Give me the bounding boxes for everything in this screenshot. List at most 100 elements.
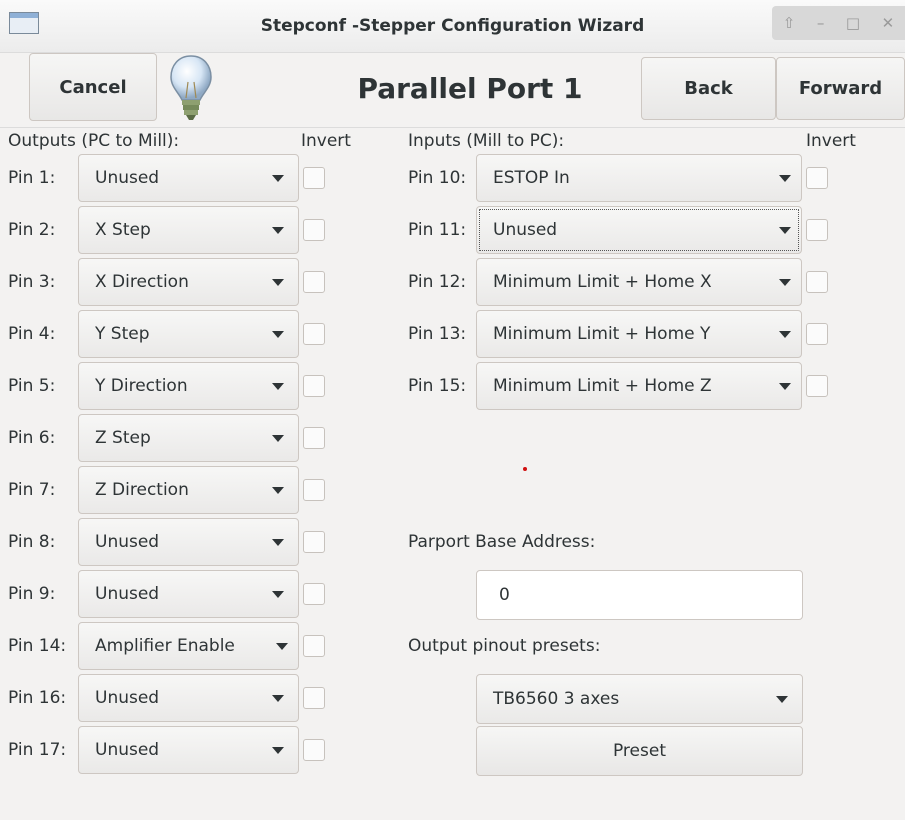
pin-label: Pin 14:	[8, 636, 67, 656]
output-pin-select[interactable]: Y Step	[78, 310, 299, 358]
invert-checkbox[interactable]	[303, 427, 325, 449]
preset-select[interactable]: TB6560 3 axes	[476, 674, 803, 724]
chevron-down-icon	[272, 383, 284, 390]
pin-label: Pin 1:	[8, 168, 56, 188]
select-value: Unused	[95, 584, 160, 604]
chevron-down-icon	[272, 279, 284, 286]
invert-checkbox[interactable]	[806, 375, 828, 397]
chevron-down-icon	[272, 539, 284, 546]
window-controls: ⇧ – □ ✕	[772, 6, 905, 40]
close-icon[interactable]: ✕	[882, 14, 895, 32]
invert-checkbox[interactable]	[303, 531, 325, 553]
chevron-down-icon	[779, 331, 791, 338]
pin-label: Pin 7:	[8, 480, 56, 500]
pin-label: Pin 4:	[8, 324, 56, 344]
chevron-down-icon	[272, 331, 284, 338]
input-pin-select[interactable]: Minimum Limit + Home Y	[476, 310, 802, 358]
select-value: Unused	[493, 220, 558, 240]
invert-checkbox[interactable]	[303, 635, 325, 657]
select-value: Z Direction	[95, 480, 189, 500]
invert-checkbox[interactable]	[303, 687, 325, 709]
output-pin-select[interactable]: Unused	[78, 570, 299, 618]
invert-checkbox[interactable]	[303, 167, 325, 189]
chevron-down-icon	[272, 591, 284, 598]
window-title: Stepconf -Stepper Configuration Wizard	[260, 16, 645, 36]
select-value: Amplifier Enable	[95, 636, 235, 656]
pin-label: Pin 8:	[8, 532, 56, 552]
chevron-down-icon	[779, 175, 791, 182]
maximize-icon[interactable]: □	[846, 14, 860, 32]
select-value: Unused	[95, 740, 160, 760]
select-value: Unused	[95, 532, 160, 552]
minimize-icon[interactable]: –	[817, 14, 825, 32]
parport-address-label: Parport Base Address:	[408, 532, 596, 552]
select-value: Minimum Limit + Home Y	[493, 324, 711, 344]
pin-label: Pin 10:	[408, 168, 467, 188]
inputs-heading: Inputs (Mill to PC):	[408, 131, 565, 151]
output-pin-select[interactable]: Unused	[78, 726, 299, 774]
pin-label: Pin 9:	[8, 584, 56, 604]
select-value: Minimum Limit + Home X	[493, 272, 712, 292]
select-value: Unused	[95, 688, 160, 708]
output-pin-select[interactable]: Y Direction	[78, 362, 299, 410]
invert-checkbox[interactable]	[806, 219, 828, 241]
header-divider	[0, 127, 905, 128]
pin-label: Pin 6:	[8, 428, 56, 448]
preset-button[interactable]: Preset	[476, 726, 803, 776]
output-pin-select[interactable]: Amplifier Enable	[78, 622, 299, 670]
inputs-invert-heading: Invert	[806, 131, 856, 151]
output-pin-select[interactable]: Unused	[78, 518, 299, 566]
input-pin-select[interactable]: ESTOP In	[476, 154, 802, 202]
input-pin-select[interactable]: Unused	[476, 206, 802, 254]
input-pin-select[interactable]: Minimum Limit + Home X	[476, 258, 802, 306]
chevron-down-icon	[272, 747, 284, 754]
forward-button[interactable]: Forward	[776, 57, 905, 120]
select-value: X Step	[95, 220, 151, 240]
pin-label: Pin 15:	[408, 376, 467, 396]
title-bar: Stepconf -Stepper Configuration Wizard ⇧…	[0, 0, 905, 53]
back-button[interactable]: Back	[641, 57, 776, 120]
presets-label: Output pinout presets:	[408, 636, 601, 656]
input-pin-select[interactable]: Minimum Limit + Home Z	[476, 362, 802, 410]
pin-label: Pin 11:	[408, 220, 467, 240]
invert-checkbox[interactable]	[303, 739, 325, 761]
outputs-heading: Outputs (PC to Mill):	[8, 131, 180, 151]
chevron-down-icon	[779, 279, 791, 286]
pin-label: Pin 2:	[8, 220, 56, 240]
chevron-down-icon	[779, 383, 791, 390]
select-value: Unused	[95, 168, 160, 188]
outputs-invert-heading: Invert	[301, 131, 351, 151]
chevron-down-icon	[272, 227, 284, 234]
pin-label: Pin 16:	[8, 688, 67, 708]
invert-checkbox[interactable]	[806, 167, 828, 189]
select-value: Z Step	[95, 428, 151, 448]
output-pin-select[interactable]: Unused	[78, 154, 299, 202]
output-pin-select[interactable]: Unused	[78, 674, 299, 722]
select-value: X Direction	[95, 272, 189, 292]
cancel-button[interactable]: Cancel	[29, 53, 157, 121]
invert-checkbox[interactable]	[806, 271, 828, 293]
page-title: Parallel Port 1	[357, 72, 583, 105]
chevron-down-icon	[776, 696, 788, 703]
invert-checkbox[interactable]	[303, 271, 325, 293]
select-value: Y Direction	[95, 376, 188, 396]
parport-address-input[interactable]: 0	[476, 570, 803, 620]
invert-checkbox[interactable]	[303, 219, 325, 241]
output-pin-select[interactable]: X Step	[78, 206, 299, 254]
output-pin-select[interactable]: Z Step	[78, 414, 299, 462]
invert-checkbox[interactable]	[303, 583, 325, 605]
chevron-down-icon	[272, 695, 284, 702]
invert-checkbox[interactable]	[303, 375, 325, 397]
invert-checkbox[interactable]	[303, 323, 325, 345]
invert-checkbox[interactable]	[303, 479, 325, 501]
lightbulb-icon	[170, 55, 212, 120]
chevron-down-icon	[272, 175, 284, 182]
pin-label: Pin 17:	[8, 740, 67, 760]
shade-icon[interactable]: ⇧	[783, 14, 796, 32]
output-pin-select[interactable]: Z Direction	[78, 466, 299, 514]
chevron-down-icon	[779, 227, 791, 234]
marker-dot	[523, 467, 527, 471]
output-pin-select[interactable]: X Direction	[78, 258, 299, 306]
chevron-down-icon	[272, 487, 284, 494]
invert-checkbox[interactable]	[806, 323, 828, 345]
